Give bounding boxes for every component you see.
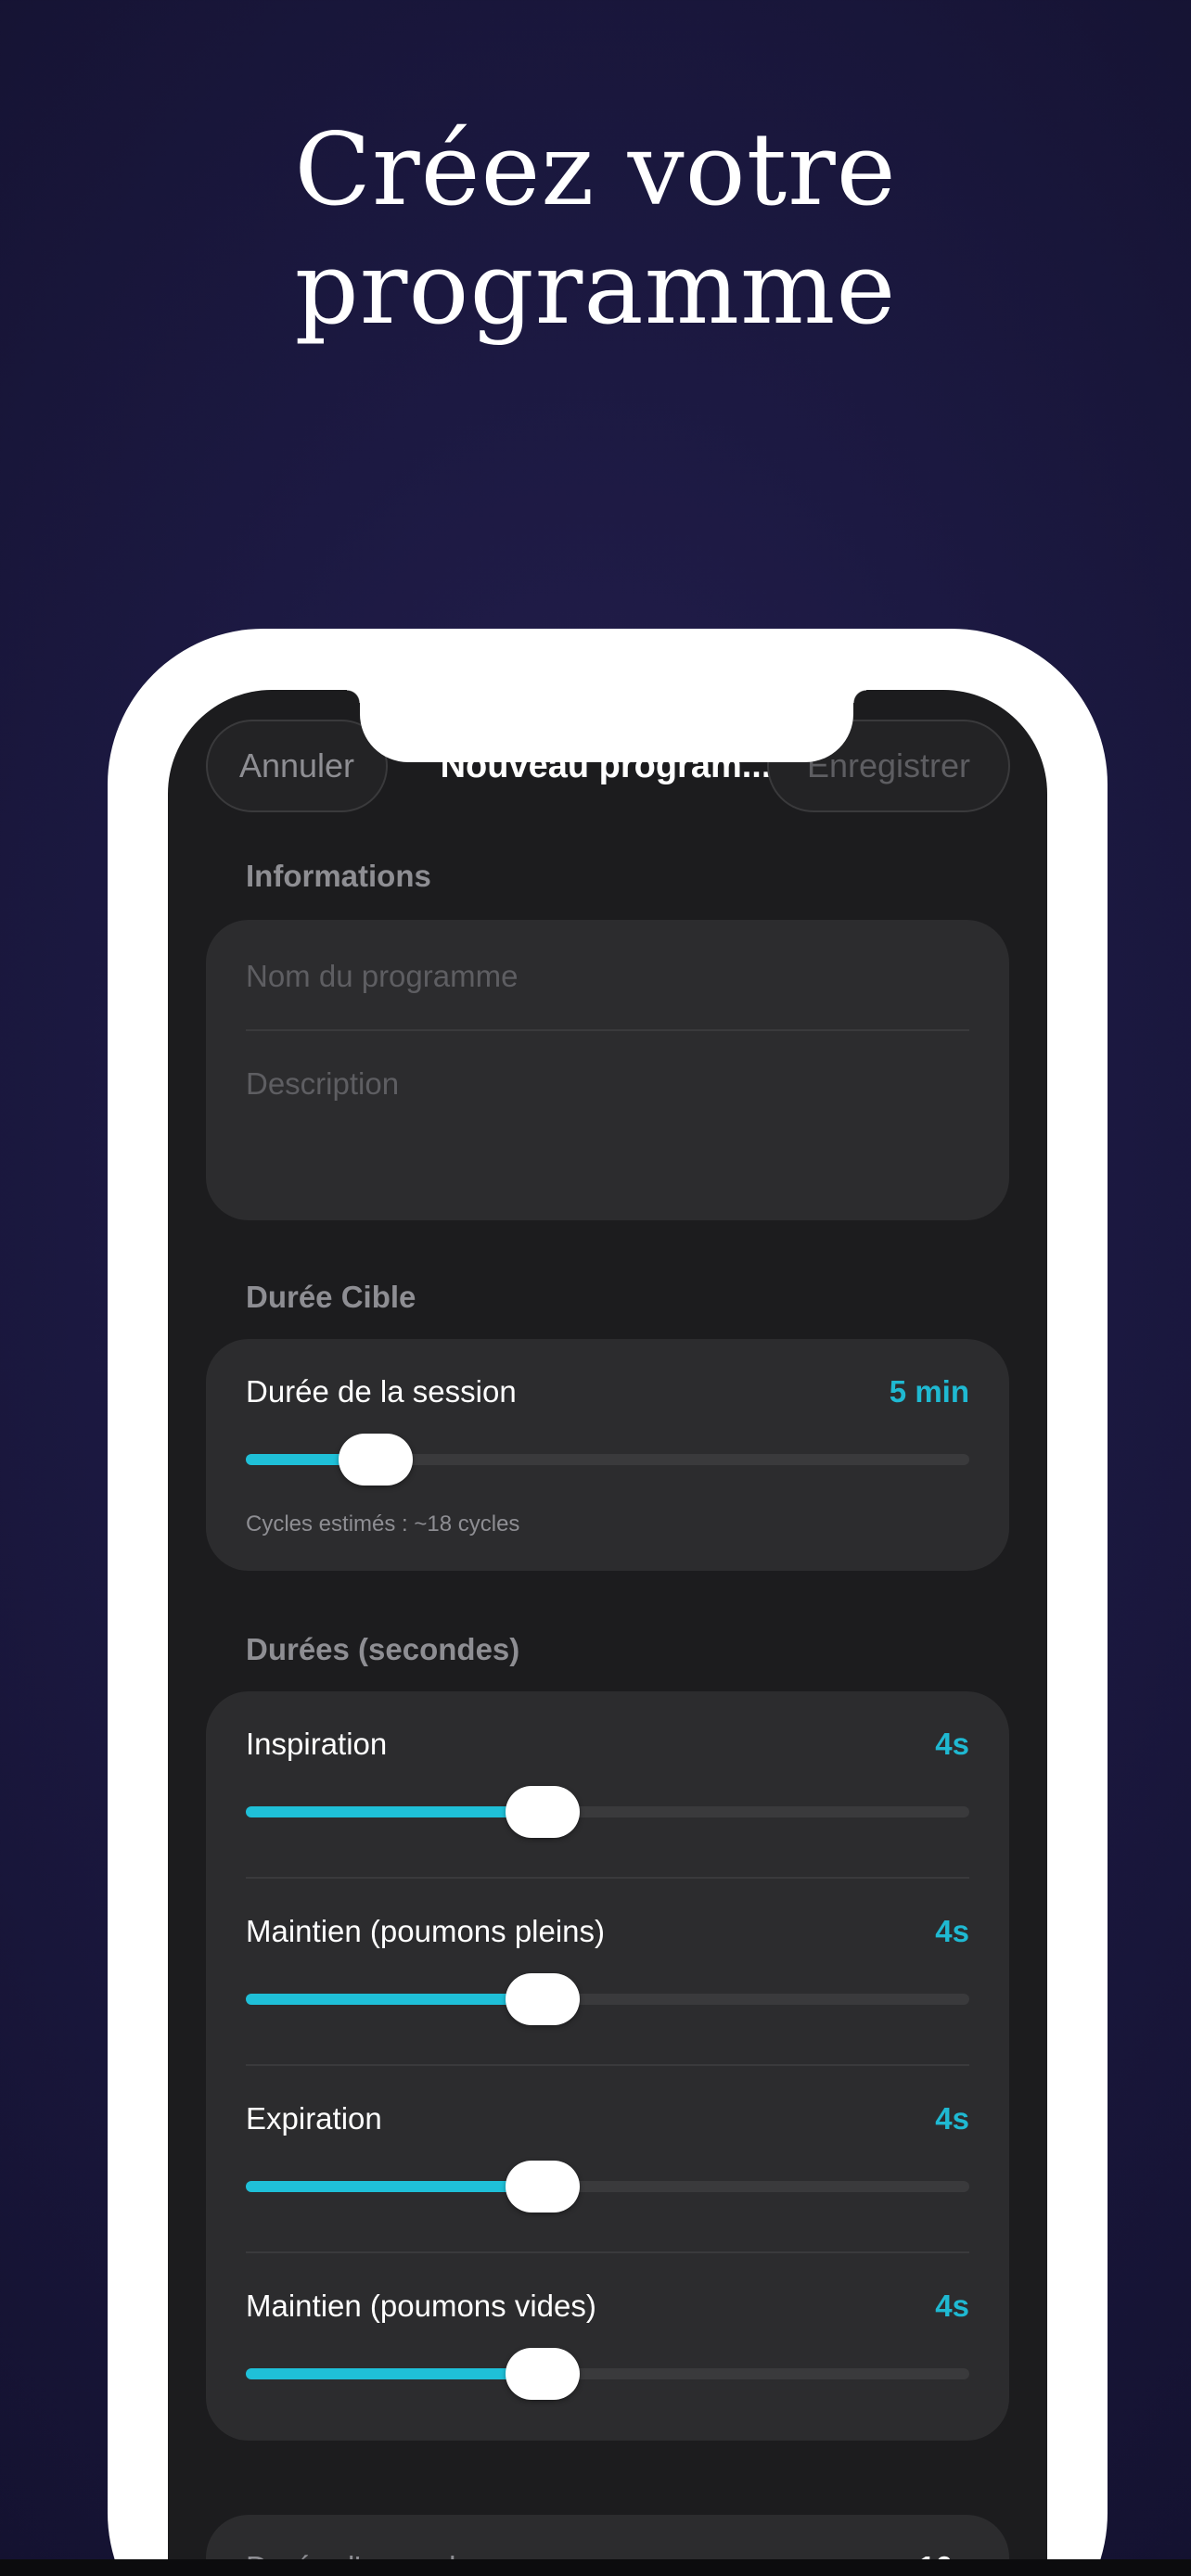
expiration-value: 4s [935,2101,969,2136]
slider-fill [246,1806,543,1817]
divider [246,2251,969,2253]
hold-full-value: 4s [935,1914,969,1948]
slider-thumb[interactable] [505,1973,580,2025]
session-duration-value: 5 min [889,1374,969,1409]
description-field[interactable]: Description [246,1066,399,1102]
divider [246,2064,969,2066]
cancel-button[interactable]: Annuler [206,720,388,812]
target-duration-card: Durée de la session 5 min Cycles estimés… [206,1339,1009,1571]
hold-empty-label: Maintien (poumons vides) [246,2289,596,2323]
slider-fill [246,2181,543,2192]
inspiration-slider[interactable] [246,1786,969,1838]
divider [246,1877,969,1879]
headline-line-1: Créez votre [294,112,897,228]
section-header-durations: Durées (secondes) [246,1632,520,1666]
slider-thumb[interactable] [505,1786,580,1838]
hold-empty-value: 4s [935,2289,969,2323]
program-name-field[interactable]: Nom du programme [246,959,518,994]
headline-line-2: programme [294,231,897,347]
hold-empty-slider[interactable] [246,2348,969,2400]
durations-card: Inspiration 4s Maintien (poumons pleins)… [206,1691,1009,2441]
expiration-label: Expiration [246,2101,382,2136]
slider-thumb[interactable] [505,2161,580,2213]
section-header-informations: Informations [246,859,431,893]
hold-full-slider[interactable] [246,1973,969,2025]
headline: Créez votre programme [0,111,1191,349]
phone-screen: Annuler Nouveau program... Enregistrer I… [168,690,1047,2576]
expiration-slider[interactable] [246,2161,969,2213]
informations-card: Nom du programme Description [206,920,1009,1220]
hold-full-label: Maintien (poumons pleins) [246,1914,606,1948]
session-duration-slider[interactable] [246,1434,969,1486]
slider-thumb[interactable] [505,2348,580,2400]
section-header-target-duration: Durée Cible [246,1280,416,1314]
phone-notch [347,686,866,762]
slider-thumb[interactable] [339,1434,414,1486]
divider [246,1029,969,1031]
slider-fill [246,1994,543,2005]
inspiration-value: 4s [935,1727,969,1761]
estimated-cycles-hint: Cycles estimés : ~18 cycles [246,1511,520,1537]
slider-fill [246,2368,543,2379]
bottom-edge [0,2559,1191,2576]
session-duration-label: Durée de la session [246,1374,517,1409]
inspiration-label: Inspiration [246,1727,388,1761]
